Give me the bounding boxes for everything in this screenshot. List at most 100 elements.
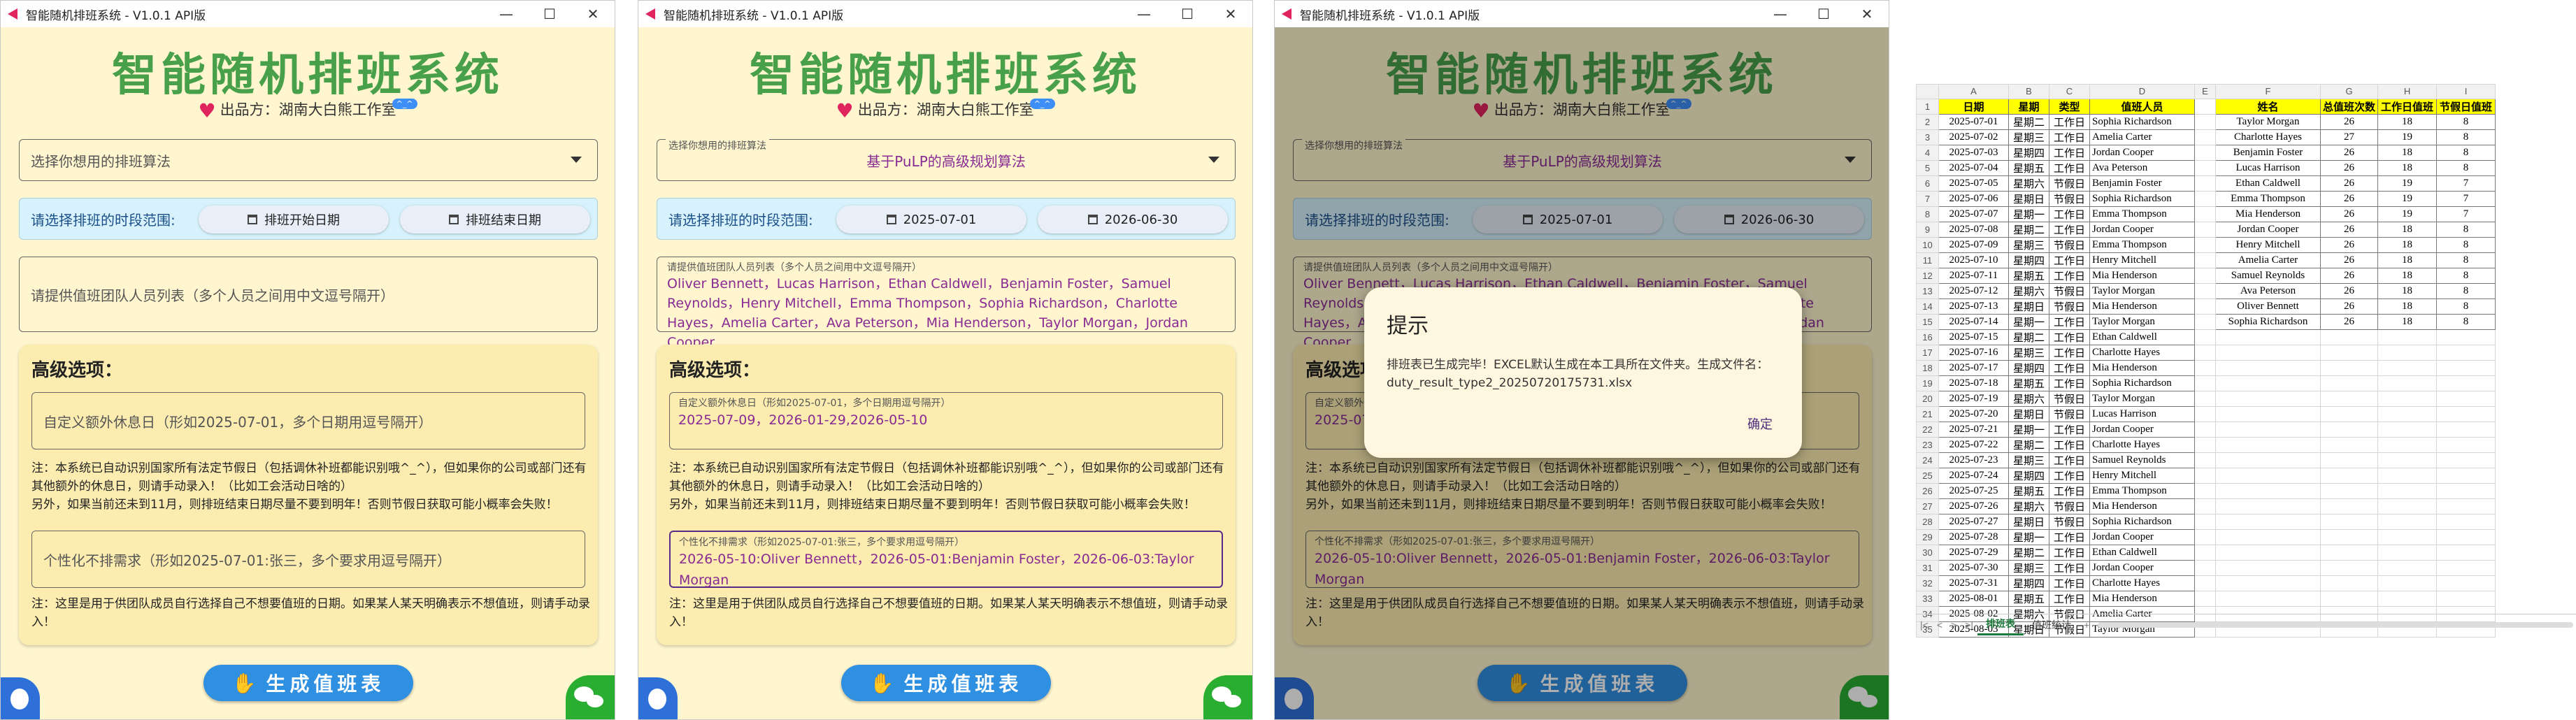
cell[interactable]: 2025-07-01 <box>1938 113 2009 130</box>
cell[interactable]: 工作日 <box>2049 221 2090 238</box>
cell[interactable]: 2025-07-03 <box>1938 144 2009 161</box>
cell[interactable] <box>2194 282 2216 299</box>
cell[interactable]: 星期一 <box>2008 206 2049 222</box>
team-input[interactable]: 请提供值班团队人员列表（多个人员之间用中文逗号隔开） <box>19 257 598 332</box>
cell[interactable] <box>2319 575 2379 591</box>
minimize-button[interactable]: — <box>1759 1 1802 27</box>
cell[interactable]: 2025-07-22 <box>1938 436 2009 453</box>
header-cell[interactable]: 节假日值班 <box>2436 98 2496 115</box>
cell[interactable]: 星期三 <box>2008 236 2049 253</box>
cell[interactable]: 2025-07-21 <box>1938 421 2009 438</box>
cell[interactable]: Jordan Cooper <box>2089 144 2195 161</box>
cell[interactable] <box>2194 190 2216 207</box>
cell[interactable]: Taylor Morgan <box>2089 313 2195 330</box>
cell[interactable]: 2025-07-13 <box>1938 298 2009 315</box>
cell[interactable] <box>2377 359 2438 376</box>
minimize-button[interactable]: — <box>1122 1 1166 27</box>
maximize-button[interactable]: ☐ <box>528 1 571 27</box>
cell[interactable]: 节假日 <box>2049 298 2090 315</box>
cell[interactable] <box>2436 467 2496 484</box>
cell[interactable]: Sophia Richardson <box>2089 375 2195 391</box>
row-header[interactable]: 31 <box>1916 559 1939 576</box>
cell[interactable] <box>2436 513 2496 530</box>
cell[interactable] <box>2194 467 2216 484</box>
cell[interactable] <box>2215 452 2321 468</box>
row-header[interactable]: 14 <box>1916 298 1939 315</box>
add-sheet-button[interactable]: + <box>2084 619 2089 631</box>
cell[interactable] <box>2215 498 2321 514</box>
cell[interactable] <box>2194 313 2216 330</box>
cell[interactable]: 星期二 <box>2008 436 2049 453</box>
cell[interactable]: 27 <box>2319 129 2379 145</box>
column-header[interactable]: G <box>2319 84 2379 99</box>
column-header[interactable]: H <box>2377 84 2438 99</box>
cell[interactable] <box>2436 590 2496 607</box>
cell[interactable]: 星期四 <box>2008 252 2049 268</box>
cell[interactable]: 星期六 <box>2008 175 2049 192</box>
next-sheet-button[interactable]: > <box>1951 619 1956 631</box>
cell[interactable]: 2025-07-11 <box>1938 267 2009 284</box>
cell[interactable]: 8 <box>2436 298 2496 315</box>
cell[interactable]: 星期五 <box>2008 482 2049 499</box>
cell[interactable]: 工作日 <box>2049 528 2090 545</box>
cell[interactable]: 节假日 <box>2049 282 2090 299</box>
cell[interactable]: 7 <box>2436 190 2496 207</box>
cell[interactable]: 18 <box>2377 267 2438 284</box>
row-header[interactable]: 4 <box>1916 144 1939 161</box>
wechat-icon[interactable] <box>566 675 615 719</box>
cell[interactable]: 26 <box>2319 190 2379 207</box>
cell[interactable]: Jordan Cooper <box>2089 528 2195 545</box>
cell[interactable] <box>2194 252 2216 268</box>
row-header[interactable]: 17 <box>1916 344 1939 361</box>
cell[interactable]: 星期一 <box>2008 421 2049 438</box>
cell[interactable]: 19 <box>2377 206 2438 222</box>
cell[interactable]: 星期六 <box>2008 390 2049 407</box>
cell[interactable]: 18 <box>2377 298 2438 315</box>
cell[interactable]: 2025-07-30 <box>1938 559 2009 576</box>
cell[interactable]: 26 <box>2319 175 2379 192</box>
cell[interactable]: Charlotte Hayes <box>2215 129 2321 145</box>
row-header[interactable]: 26 <box>1916 482 1939 499</box>
row-header[interactable]: 32 <box>1916 575 1939 591</box>
cell[interactable]: Mia Henderson <box>2089 359 2195 376</box>
cell[interactable]: 工作日 <box>2049 113 2090 130</box>
cell[interactable]: 节假日 <box>2049 405 2090 422</box>
cell[interactable]: Samuel Reynolds <box>2215 267 2321 284</box>
cell[interactable]: 工作日 <box>2049 421 2090 438</box>
cell[interactable]: 节假日 <box>2049 190 2090 207</box>
cell[interactable] <box>2215 559 2321 576</box>
team-input[interactable]: 请提供值班团队人员列表（多个人员之间用中文逗号隔开） Oliver Bennett… <box>657 257 1236 350</box>
cell[interactable] <box>2319 559 2379 576</box>
cell[interactable] <box>2377 375 2438 391</box>
cell[interactable]: 8 <box>2436 252 2496 268</box>
cell[interactable]: Ethan Caldwell <box>2089 544 2195 561</box>
cell[interactable] <box>2215 513 2321 530</box>
cell[interactable] <box>2194 298 2216 315</box>
algorithm-select[interactable]: 选择你想用的排班算法 <box>19 139 598 181</box>
cell[interactable]: 星期五 <box>2008 159 2049 176</box>
cell[interactable]: Benjamin Foster <box>2089 175 2195 192</box>
cell[interactable] <box>2377 575 2438 591</box>
cell[interactable] <box>2215 590 2321 607</box>
row-header[interactable]: 23 <box>1916 436 1939 453</box>
cell[interactable]: Lucas Harrison <box>2215 159 2321 176</box>
cell[interactable] <box>2377 513 2438 530</box>
cell[interactable]: 节假日 <box>2049 498 2090 514</box>
row-header[interactable]: 1 <box>1916 98 1939 115</box>
horizontal-scrollbar[interactable] <box>2098 622 2573 628</box>
cell[interactable]: Oliver Bennett <box>2215 298 2321 315</box>
cell[interactable] <box>2194 528 2216 545</box>
cell[interactable]: 2025-07-05 <box>1938 175 2009 192</box>
cell[interactable]: 2025-07-16 <box>1938 344 2009 361</box>
cell[interactable]: Henry Mitchell <box>2089 467 2195 484</box>
cell[interactable] <box>2215 405 2321 422</box>
cell[interactable]: Jordan Cooper <box>2089 421 2195 438</box>
cell[interactable] <box>2194 452 2216 468</box>
cell[interactable]: 26 <box>2319 267 2379 284</box>
preference-input[interactable]: 个性化不排需求（形如2025-07-01:张三，多个要求用逗号隔开） 2026-0… <box>669 531 1223 588</box>
cell[interactable] <box>2194 159 2216 176</box>
cell[interactable]: 2025-07-15 <box>1938 329 2009 345</box>
close-button[interactable]: ✕ <box>571 1 615 27</box>
row-header[interactable]: 22 <box>1916 421 1939 438</box>
cell[interactable] <box>2377 436 2438 453</box>
